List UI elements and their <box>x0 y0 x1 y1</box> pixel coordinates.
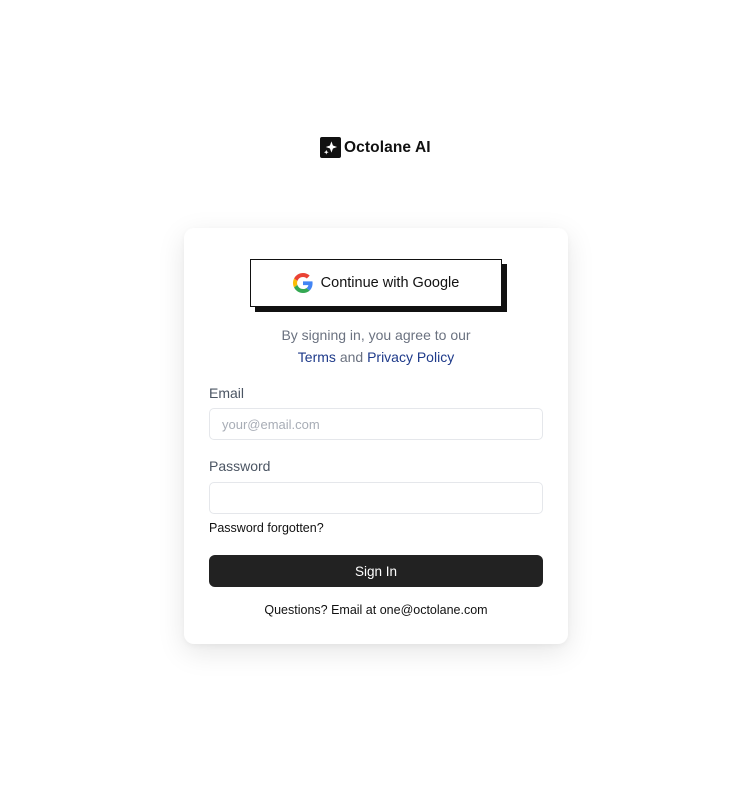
google-button-wrapper: Continue with Google <box>250 259 507 312</box>
password-forgotten-link[interactable]: Password forgotten? <box>209 521 324 535</box>
terms-link[interactable]: Terms <box>298 349 336 365</box>
brand-name: Octolane AI <box>344 138 431 156</box>
login-card: Continue with Google By signing in, you … <box>184 228 568 644</box>
continue-with-google-button[interactable]: Continue with Google <box>250 259 502 307</box>
terms-prefix: By signing in, you agree to our <box>281 327 471 343</box>
terms-notice: By signing in, you agree to our Terms an… <box>184 324 568 368</box>
terms-and: and <box>339 349 364 365</box>
google-icon <box>292 273 313 293</box>
sparkle-icon <box>320 137 341 158</box>
google-button-label: Continue with Google <box>320 275 460 291</box>
support-contact-text: Questions? Email at one@octolane.com <box>264 603 488 617</box>
sign-in-button[interactable]: Sign In <box>209 555 543 587</box>
brand-logo: Octolane AI <box>320 137 431 158</box>
email-input[interactable] <box>209 408 543 440</box>
privacy-policy-link[interactable]: Privacy Policy <box>367 349 454 365</box>
email-label: Email <box>209 385 245 401</box>
password-input[interactable] <box>209 482 543 514</box>
password-label: Password <box>209 458 271 474</box>
